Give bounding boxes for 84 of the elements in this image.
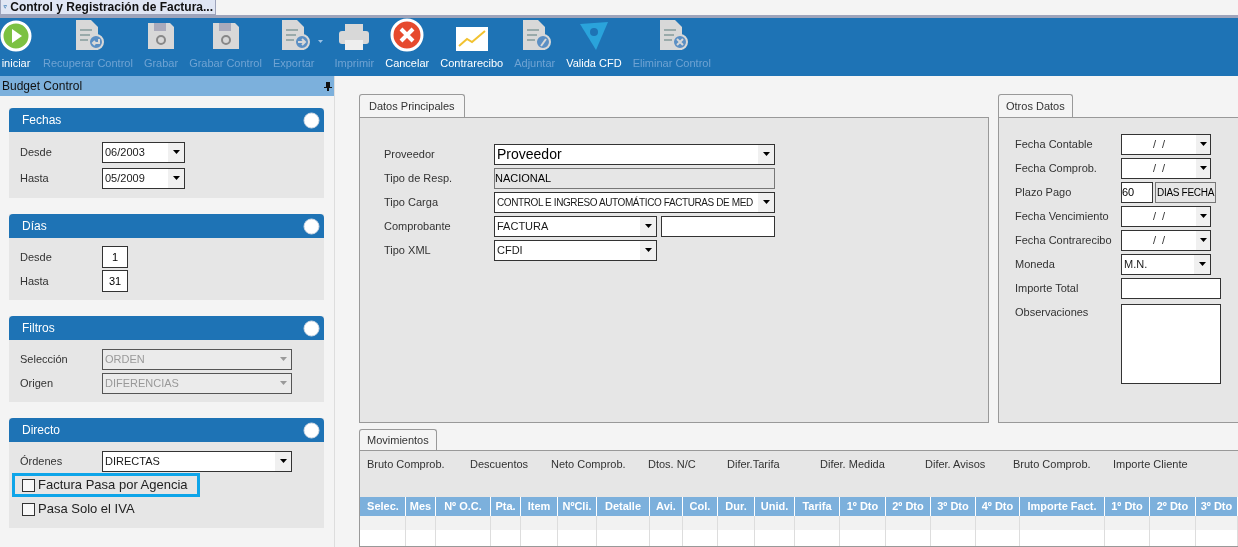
text-area[interactable] bbox=[1121, 304, 1221, 384]
total-label: Bruto Comprob. bbox=[1013, 457, 1092, 472]
toolbar-button[interactable]: Contrarecibo bbox=[440, 25, 504, 71]
dropdown[interactable]: FACTURA bbox=[494, 215, 657, 237]
number-field[interactable]: 1 bbox=[102, 246, 128, 268]
checkbox-option[interactable]: Factura Pasa por Agencia bbox=[22, 475, 188, 495]
collapse-circle-icon[interactable] bbox=[303, 111, 320, 129]
field-label: Origen bbox=[20, 375, 55, 391]
collapse-circle-icon[interactable] bbox=[303, 217, 320, 235]
group-tab[interactable]: Movimientos bbox=[359, 429, 437, 450]
date-picker[interactable]: / / bbox=[1121, 133, 1211, 155]
collapse-circle-icon[interactable] bbox=[303, 421, 320, 439]
dropdown[interactable]: CFDI bbox=[494, 239, 657, 261]
field-label: Fecha Comprob. bbox=[1015, 160, 1098, 176]
field-label: Plazo Pago bbox=[1015, 184, 1073, 200]
dropdown-arrow-icon[interactable] bbox=[279, 459, 287, 463]
toolbar-button[interactable]: Valida CFD bbox=[566, 19, 622, 71]
dropdown[interactable]: 06/2003 bbox=[102, 141, 185, 163]
dropdown-arrow-icon[interactable] bbox=[644, 224, 652, 228]
dropdown[interactable]: Proveedor bbox=[494, 143, 775, 165]
panel-title: Budget Control bbox=[2, 78, 83, 95]
field-label: Tipo Carga bbox=[384, 194, 439, 210]
collapse-circle-icon[interactable] bbox=[303, 319, 320, 337]
total-label: Descuentos bbox=[470, 457, 530, 472]
readonly-field: NACIONAL bbox=[494, 167, 775, 189]
group-tab[interactable]: Otros Datos bbox=[998, 94, 1073, 117]
toolbar-button[interactable]: Cancelar bbox=[385, 17, 430, 71]
dropdown-arrow-icon[interactable] bbox=[762, 152, 770, 156]
dropdown-arrow-icon[interactable] bbox=[1199, 214, 1207, 218]
checkbox-option[interactable]: Pasa Solo el IVA bbox=[22, 499, 135, 519]
date-picker[interactable]: / / bbox=[1121, 157, 1211, 179]
field-label: Moneda bbox=[1015, 256, 1056, 272]
dropdown-arrow-icon[interactable] bbox=[172, 176, 180, 180]
total-label: Neto Comprob. bbox=[551, 457, 627, 472]
toolbar-button[interactable]: iniciar bbox=[0, 19, 32, 71]
total-label: Difer. Avisos bbox=[925, 457, 987, 472]
dropdown-arrow-icon[interactable] bbox=[644, 248, 652, 252]
dropdown-arrow-icon[interactable] bbox=[762, 200, 770, 204]
dropdown[interactable]: DIRECTAS bbox=[102, 450, 292, 472]
dropdown-arrow-icon[interactable] bbox=[1198, 262, 1206, 266]
total-label: Dtos. N/C bbox=[648, 457, 697, 472]
field-label: Tipo de Resp. bbox=[384, 170, 454, 186]
section-header: Fechas bbox=[9, 108, 324, 132]
dropdown-arrow-icon[interactable] bbox=[1199, 238, 1207, 242]
field-label: Importe Total bbox=[1015, 280, 1080, 296]
section-header: Días bbox=[9, 214, 324, 238]
group-tab[interactable]: Datos Principales bbox=[359, 94, 465, 117]
number-field[interactable]: 31 bbox=[102, 270, 128, 292]
play-icon bbox=[0, 19, 32, 52]
line-chart-icon bbox=[454, 25, 489, 52]
field-label: Fecha Contable bbox=[1015, 136, 1094, 152]
total-label: Difer. Medida bbox=[820, 457, 886, 472]
field-label: Desde bbox=[20, 144, 53, 160]
section-header: Directo bbox=[9, 418, 324, 442]
field-label: Fecha Contrarecibo bbox=[1015, 232, 1113, 248]
printer-icon bbox=[337, 21, 372, 52]
field-label: Tipo XML bbox=[384, 242, 432, 258]
field-label: Fecha Vencimiento bbox=[1015, 208, 1110, 224]
date-picker[interactable]: / / bbox=[1121, 229, 1211, 251]
field-label: Desde bbox=[20, 249, 53, 265]
field-label: Hasta bbox=[20, 273, 50, 289]
field-label: Hasta bbox=[20, 170, 50, 186]
field-label: Observaciones bbox=[1015, 305, 1090, 320]
section-header: Filtros bbox=[9, 316, 324, 340]
number-field[interactable]: 60 bbox=[1121, 181, 1153, 203]
dropdown-arrow-icon[interactable] bbox=[1199, 166, 1207, 170]
field-label: Selección bbox=[20, 351, 69, 367]
window-tab[interactable]: Control y Registración de Factura... bbox=[0, 0, 216, 15]
field-label: Comprobante bbox=[384, 218, 452, 234]
field-label: Proveedor bbox=[384, 146, 436, 162]
field-label: Órdenes bbox=[20, 453, 64, 469]
total-label: Difer.Tarifa bbox=[727, 457, 781, 472]
dropdown-arrow-icon[interactable] bbox=[172, 150, 180, 154]
total-label: Bruto Comprob. bbox=[367, 457, 446, 472]
text-field[interactable] bbox=[661, 215, 775, 237]
dropdown-arrow-icon[interactable] bbox=[1199, 142, 1207, 146]
date-picker[interactable]: / / bbox=[1121, 205, 1211, 227]
dropdown[interactable]: CONTROL E INGRESO AUTOMÁTICO FACTURAS DE MED bbox=[494, 191, 775, 213]
total-label: Importe Cliente bbox=[1113, 457, 1189, 472]
readonly-field: DIAS FECHA bbox=[1155, 181, 1216, 203]
dropdown[interactable]: 05/2009 bbox=[102, 167, 185, 189]
pin-icon[interactable] bbox=[324, 81, 332, 91]
text-field[interactable] bbox=[1121, 277, 1221, 299]
dropdown[interactable]: M.N. bbox=[1121, 253, 1211, 275]
